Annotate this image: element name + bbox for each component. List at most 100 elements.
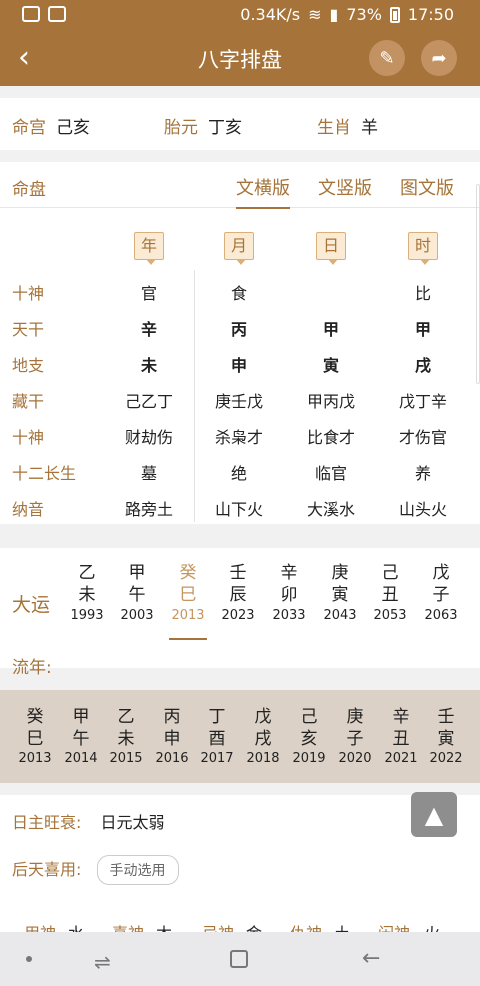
liunian-zhi: 巳 [26,729,44,749]
page-title: 八字排盘 [198,48,282,72]
status-bar: 0.34K/s ≋ ▮ 73% 17:50 [0,0,480,30]
shengxiao-label: 生肖 [317,118,351,138]
pan-cell: 庚壬戊 [214,392,263,411]
liunian-gan: 甲 [72,707,90,727]
pan-cell: 绝 [230,464,247,483]
xianshen-value: 火 [424,920,440,932]
wangshuai-row: 日主旺衰: 日元太弱 [12,809,165,833]
dayun-item[interactable]: 乙未 1993 [62,562,112,623]
pan-cell: 墓 [140,464,157,483]
dayun-zhi: 子 [432,585,450,605]
pan-cell: 杀枭才 [214,428,263,447]
liunian-strip: 癸巳 2013 甲午 2014 乙未 2015 丙申 2016 丁酉 2017 戊戌 2018 己亥 20… [0,690,480,783]
dayun-zhi: 未 [78,585,96,605]
dayun-item[interactable]: 壬辰 2023 [213,562,263,623]
back-icon[interactable]: ← [362,946,380,971]
liunian-zhi: 丑 [392,729,410,749]
recents-icon[interactable]: ⇌ [94,950,111,974]
mingpan-panel: 命盘 文横版 文竖版 图文版 年 月 日 时 十神 官 食 比天干 辛 丙 甲 甲地支 未 申 寅 戌… [0,162,480,524]
taiyuan: 胎元 丁亥 [164,113,242,138]
tab-vertical[interactable]: 文竖版 [318,174,372,200]
row-label: 十神 [12,284,45,303]
tab-horizontal[interactable]: 文横版 [236,174,290,209]
pan-cell: 才伤官 [398,428,447,447]
arrow-up-icon: ▲ [424,800,444,829]
dayun-item[interactable]: 戊子 2063 [416,562,466,623]
liunian-year: 2016 [155,751,189,766]
pan-cell: 辛 [140,320,157,339]
dayun-year: 2023 [221,608,255,623]
nav-dot-icon[interactable] [26,956,32,962]
pan-cell: 财劫伤 [124,428,173,447]
choushen-label: 仇神 [290,920,322,932]
tab-graphic[interactable]: 图文版 [400,174,454,200]
battery-percent: 73% [346,5,382,24]
taiyuan-value: 丁亥 [208,118,242,138]
liunian-label: 流年: [12,658,52,678]
clock: 17:50 [407,5,454,24]
liunian-item[interactable]: 壬寅 2022 [421,706,471,766]
dayun-gan: 己 [381,563,399,583]
pan-cell: 未 [140,356,157,375]
manual-select-button[interactable]: 手动选用 [96,855,179,885]
dayun-year: 2053 [373,608,407,623]
liunian-item[interactable]: 丁酉 2017 [192,706,242,766]
dayun-item[interactable]: 辛卯 2033 [264,562,314,623]
liunian-item[interactable]: 乙未 2015 [101,706,151,766]
row-label: 纳音 [12,500,45,519]
dayun-gan: 戊 [432,563,450,583]
image-notification-icon [48,6,66,22]
dayun-year: 2013 [171,608,205,623]
app-bar: ‹ 八字排盘 ✎ ➦ [0,30,480,86]
scrollbar[interactable] [476,184,480,384]
pan-cell: 寅 [322,356,339,375]
dayun-year: 2043 [323,608,357,623]
dayun-year: 2003 [120,608,154,623]
pan-cell: 食 [230,284,247,303]
liunian-zhi: 午 [72,729,90,749]
dayun-item[interactable]: 己丑 2053 [365,562,415,623]
liunian-item[interactable]: 庚子 2020 [330,706,380,766]
liunian-item[interactable]: 己亥 2019 [284,706,334,766]
dayun-year: 2063 [424,608,458,623]
share-button[interactable]: ➦ [421,40,457,76]
network-speed: 0.34K/s [240,5,301,24]
dayun-item[interactable]: 甲午 2003 [112,562,162,623]
battery-icon [389,6,400,23]
liunian-year: 2019 [292,751,326,766]
system-nav-bar: ⇌ ← [0,932,480,986]
signal-icon: ▮ [329,5,339,24]
liunian-zhi: 子 [346,729,364,749]
liunian-item[interactable]: 癸巳 2013 [10,706,60,766]
liunian-item[interactable]: 辛丑 2021 [376,706,426,766]
home-icon[interactable] [230,950,248,968]
dayun-zhi: 辰 [229,585,247,605]
pan-cell: 申 [230,356,247,375]
liunian-gan: 己 [300,707,318,727]
liunian-year: 2017 [200,751,234,766]
liunian-year: 2020 [338,751,372,766]
pan-cell: 戌 [414,356,431,375]
scroll-top-button[interactable]: ▲ [411,792,457,837]
analysis-panel: 日主旺衰: 日元太弱 后天喜用: 手动选用 [0,795,480,930]
dayun-item[interactable]: 癸巳 2013 [163,562,213,640]
dayun-gan: 癸 [179,563,197,583]
dayun-item[interactable]: 庚寅 2043 [315,562,365,623]
column-hour: 时 [408,232,438,265]
xishen-value: 木 [156,920,172,932]
minggong-label: 命宫 [12,118,46,138]
yongshen-label: 用神 [24,920,56,932]
pan-cell: 比 [414,284,431,303]
jishen-value: 金 [246,920,262,932]
liunian-gan: 戊 [254,707,272,727]
edit-button[interactable]: ✎ [369,40,405,76]
liunian-item[interactable]: 丙申 2016 [147,706,197,766]
liunian-item[interactable]: 戊戌 2018 [238,706,288,766]
dayun-label: 大运 [12,594,51,616]
wangshuai-value: 日元太弱 [100,813,165,832]
row-label: 藏干 [12,392,45,411]
row-label: 天干 [12,320,45,339]
pan-cell: 甲 [414,320,431,339]
liunian-item[interactable]: 甲午 2014 [56,706,106,766]
dayun-zhi: 丑 [381,585,399,605]
